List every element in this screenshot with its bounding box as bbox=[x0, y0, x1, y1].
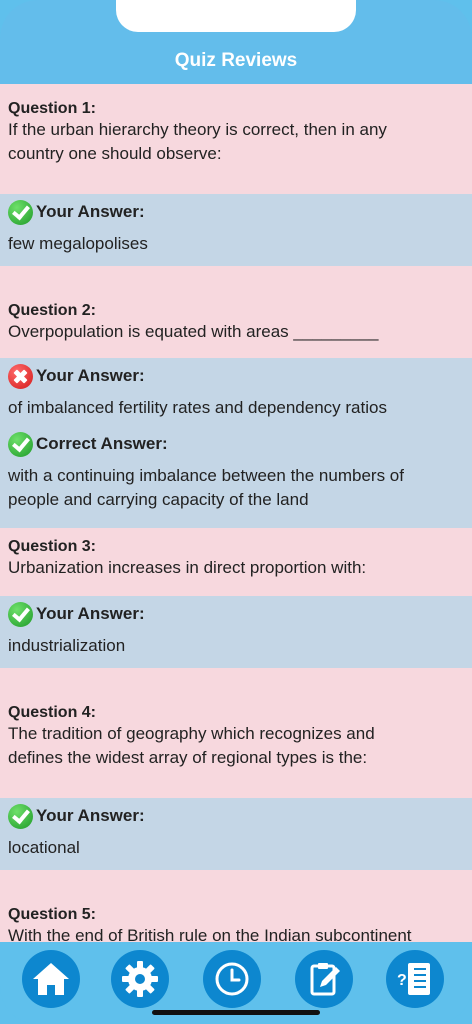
x-icon bbox=[8, 363, 33, 389]
question-label: Question 3: bbox=[8, 538, 97, 555]
answer-block: Your Answer: few megalopolises bbox=[0, 194, 472, 266]
settings-tab-button[interactable] bbox=[111, 950, 169, 1008]
question-label: Question 5: bbox=[8, 906, 97, 923]
history-tab-button[interactable] bbox=[203, 950, 261, 1008]
question-block: Question 3: Urbanization increases in di… bbox=[0, 528, 472, 596]
question-label: Question 1: bbox=[8, 100, 97, 117]
answer-block: Your Answer: locational bbox=[0, 798, 472, 870]
review-list[interactable]: Question 1: If the urban hierarchy theor… bbox=[0, 84, 472, 942]
question-block: Question 2: Overpopulation is equated wi… bbox=[0, 266, 472, 358]
your-answer-label: Your Answer: bbox=[36, 366, 145, 385]
device-notch bbox=[116, 0, 356, 32]
answer-block: Your Answer: of imbalanced fertility rat… bbox=[0, 358, 472, 528]
quiz-list-icon: ? bbox=[397, 963, 430, 995]
question-block: Question 1: If the urban hierarchy theor… bbox=[0, 84, 472, 194]
question-text-line: Urbanization increases in direct proport… bbox=[8, 558, 367, 577]
question-text-line: defines the widest array of regional typ… bbox=[8, 748, 368, 767]
page-title: Quiz Reviews bbox=[174, 50, 298, 71]
home-indicator[interactable] bbox=[152, 1010, 320, 1015]
question-block: Question 4: The tradition of geography w… bbox=[0, 668, 472, 798]
svg-text:?: ? bbox=[397, 972, 407, 989]
your-answer-label: Your Answer: bbox=[36, 604, 145, 623]
your-answer-label: Your Answer: bbox=[36, 202, 145, 221]
check-icon bbox=[8, 803, 33, 829]
answer-block: Your Answer: industrialization bbox=[0, 596, 472, 668]
your-answer-text: of imbalanced fertility rates and depend… bbox=[8, 398, 387, 417]
header: Quiz Reviews bbox=[0, 0, 472, 84]
question-text-line: If the urban hierarchy theory is correct… bbox=[8, 120, 387, 139]
your-answer-text: locational bbox=[8, 838, 80, 857]
question-block: Question 5: With the end of British rule… bbox=[0, 870, 472, 942]
check-icon bbox=[8, 431, 33, 457]
question-text-line: Overpopulation is equated with areas ___… bbox=[8, 322, 379, 341]
question-text-line: The tradition of geography which recogni… bbox=[8, 724, 375, 743]
correct-answer-text-line: people and carrying capacity of the land bbox=[8, 490, 309, 509]
correct-answer-label: Correct Answer: bbox=[36, 434, 168, 453]
home-icon bbox=[33, 963, 69, 995]
quiz-tab-button[interactable] bbox=[295, 950, 353, 1008]
question-list-tab-button[interactable]: ? bbox=[386, 950, 444, 1008]
question-text-line: country one should observe: bbox=[8, 144, 222, 163]
your-answer-text: few megalopolises bbox=[8, 234, 148, 253]
check-icon bbox=[8, 601, 33, 627]
check-icon bbox=[8, 199, 33, 225]
question-label: Question 2: bbox=[8, 302, 97, 319]
gear-icon bbox=[122, 961, 158, 997]
app-screen: Quiz Reviews Question 1: If the urban hi… bbox=[0, 0, 472, 1024]
question-label: Question 4: bbox=[8, 704, 97, 721]
correct-answer-text-line: with a continuing imbalance between the … bbox=[8, 466, 404, 485]
edit-icon bbox=[310, 963, 340, 996]
your-answer-label: Your Answer: bbox=[36, 806, 145, 825]
question-text-line: With the end of British rule on the Indi… bbox=[8, 926, 412, 942]
your-answer-text: industrialization bbox=[8, 636, 126, 655]
home-tab-button[interactable] bbox=[22, 950, 80, 1008]
clock-icon bbox=[215, 962, 249, 996]
